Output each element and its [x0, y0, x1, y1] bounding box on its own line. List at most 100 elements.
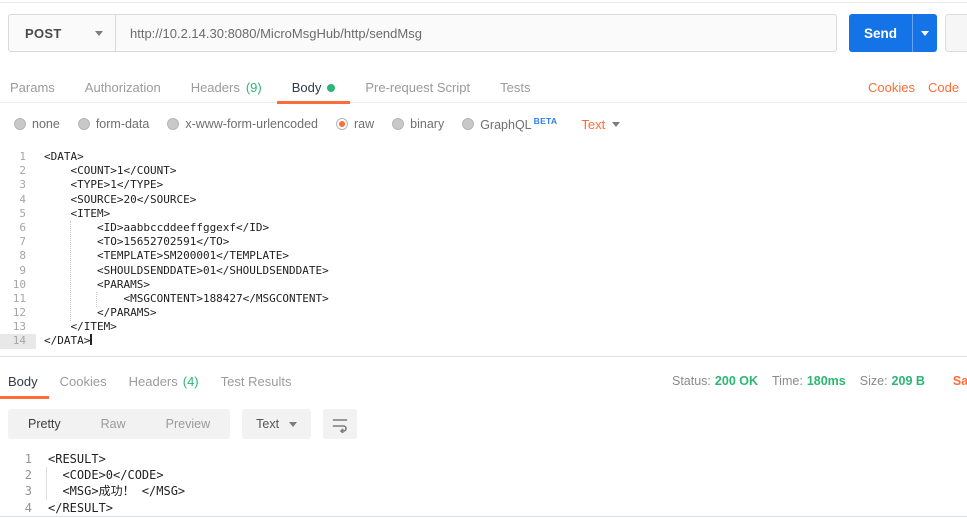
active-tab-underline [0, 396, 49, 399]
line-number: 3 [0, 178, 36, 192]
url-control: POST http://10.2.14.30:8080/MicroMsgHub/… [8, 14, 837, 52]
line-number: 10 [0, 278, 36, 292]
mode-form-data[interactable]: form-data [78, 117, 150, 131]
headers-count: (9) [246, 80, 262, 95]
response-status-row: Status:200 OK Time:180ms Size:209 B Save… [672, 366, 967, 396]
line-number: 13 [0, 320, 36, 334]
code-line: 7 <TO>15652702591</TO> [0, 235, 967, 249]
request-tab-bar: Params Authorization Headers(9) Body Pre… [0, 72, 967, 103]
mode-raw[interactable]: raw [336, 117, 374, 131]
method-select[interactable]: POST [9, 15, 116, 51]
wrap-lines-button[interactable] [323, 409, 357, 439]
wrap-lines-icon [332, 416, 348, 433]
tab-body[interactable]: Body [277, 72, 351, 103]
size-badge: Size:209 B [860, 374, 925, 388]
response-tab-bar: Body Cookies Headers(4) Test Results Sta… [0, 366, 967, 396]
line-number: 2 [0, 164, 36, 178]
line-number: 9 [0, 264, 36, 278]
line-text: </PARAMS> [36, 306, 157, 320]
response-toolbar: Pretty Raw Preview Text [8, 409, 357, 439]
radio-icon [167, 118, 179, 130]
code-line: 2 <CODE>0</CODE> [0, 467, 967, 483]
response-body-viewer[interactable]: 1 <RESULT> 2 <CODE>0</CODE> 3 <MSG>成功！ <… [0, 445, 967, 516]
line-text: <SHOULDSENDDATE>01</SHOULDSENDDATE> [36, 264, 329, 278]
view-raw-button[interactable]: Raw [81, 417, 146, 431]
code-line: 6 <ID>aabbccddeeffggexf</ID> [0, 221, 967, 235]
response-tab-cookies[interactable]: Cookies [49, 366, 118, 396]
code-line: 5 <ITEM> [0, 207, 967, 221]
code-line: 8 <TEMPLATE>SM200001</TEMPLATE> [0, 249, 967, 263]
line-number: 2 [0, 467, 40, 483]
raw-format-select[interactable]: Text [581, 117, 620, 132]
line-text: <TEMPLATE>SM200001</TEMPLATE> [36, 249, 289, 263]
status-badge: Status:200 OK [672, 374, 758, 388]
line-number: 3 [0, 483, 40, 499]
line-text: </DATA> [36, 334, 92, 348]
code-line: 2 <COUNT>1</COUNT> [0, 164, 967, 178]
send-button[interactable]: Send [849, 14, 912, 52]
response-tab-test-results[interactable]: Test Results [210, 366, 303, 396]
code-line: 4 <SOURCE>20</SOURCE> [0, 193, 967, 207]
request-body-editor[interactable]: 1 <DATA> 2 <COUNT>1</COUNT> 3 <TYPE>1</T… [0, 145, 967, 353]
time-badge: Time:180ms [772, 374, 846, 388]
line-number: 1 [0, 150, 36, 164]
code-link[interactable]: Code [928, 80, 959, 95]
line-text: <SOURCE>20</SOURCE> [36, 193, 196, 207]
response-headers-count: (4) [183, 374, 199, 389]
code-line: 10 <PARAMS> [0, 278, 967, 292]
cookies-link[interactable]: Cookies [868, 80, 915, 95]
line-number: 1 [0, 451, 40, 467]
radio-icon [78, 118, 90, 130]
save-request-button-partial[interactable] [945, 14, 967, 52]
code-line: 9 <SHOULDSENDDATE>01</SHOULDSENDDATE> [0, 264, 967, 278]
line-text: </RESULT> [40, 500, 113, 516]
view-mode-segmented: Pretty Raw Preview [8, 409, 230, 439]
line-number: 12 [0, 306, 36, 320]
code-line: 3 <TYPE>1</TYPE> [0, 178, 967, 192]
code-line: 3 <MSG>成功！ </MSG> [0, 483, 967, 499]
radio-selected-icon [336, 118, 348, 130]
radio-icon [392, 118, 404, 130]
indent-guide [70, 221, 71, 321]
save-response-button-partial[interactable]: Save R [953, 374, 967, 388]
line-number: 7 [0, 235, 36, 249]
line-text: <PARAMS> [36, 278, 150, 292]
line-text: <CODE>0</CODE> [40, 467, 164, 483]
response-format-select[interactable]: Text [242, 409, 311, 439]
body-mode-row: none form-data x-www-form-urlencoded raw… [14, 110, 620, 138]
radio-icon [462, 118, 474, 130]
chevron-down-icon [612, 122, 620, 127]
tab-params[interactable]: Params [10, 72, 70, 103]
response-tab-body[interactable]: Body [8, 366, 49, 396]
tab-tests[interactable]: Tests [485, 72, 545, 103]
code-line: 12 </PARAMS> [0, 306, 967, 320]
mode-binary[interactable]: binary [392, 117, 444, 131]
view-preview-button[interactable]: Preview [146, 417, 230, 431]
bottom-divider [0, 516, 967, 517]
send-options-button[interactable] [912, 14, 937, 52]
mode-none[interactable]: none [14, 117, 60, 131]
code-line: 11 <MSGCONTENT>188427</MSGCONTENT> [0, 292, 967, 306]
mode-graphql[interactable]: GraphQLBETA [462, 116, 557, 132]
view-pretty-button[interactable]: Pretty [8, 417, 81, 431]
beta-badge: BETA [534, 116, 558, 126]
body-has-content-dot [327, 84, 335, 92]
response-tab-headers[interactable]: Headers(4) [118, 366, 210, 396]
send-split-button: Send [849, 14, 937, 52]
tab-authorization[interactable]: Authorization [70, 72, 176, 103]
line-number: 4 [0, 500, 40, 516]
line-text: <TO>15652702591</TO> [36, 235, 229, 249]
line-text: <TYPE>1</TYPE> [36, 178, 163, 192]
line-number: 11 [0, 292, 36, 306]
url-input[interactable]: http://10.2.14.30:8080/MicroMsgHub/http/… [116, 26, 836, 41]
tab-headers[interactable]: Headers(9) [176, 72, 277, 103]
indent-guide [46, 467, 47, 500]
active-tab-underline [277, 101, 351, 104]
postman-window: POST http://10.2.14.30:8080/MicroMsgHub/… [0, 0, 967, 518]
method-label: POST [25, 26, 62, 41]
tab-pre-request-script[interactable]: Pre-request Script [350, 72, 485, 103]
chevron-down-icon [95, 31, 103, 36]
code-line: 4 </RESULT> [0, 500, 967, 516]
mode-urlencoded[interactable]: x-www-form-urlencoded [167, 117, 318, 131]
chevron-down-icon [289, 422, 297, 427]
